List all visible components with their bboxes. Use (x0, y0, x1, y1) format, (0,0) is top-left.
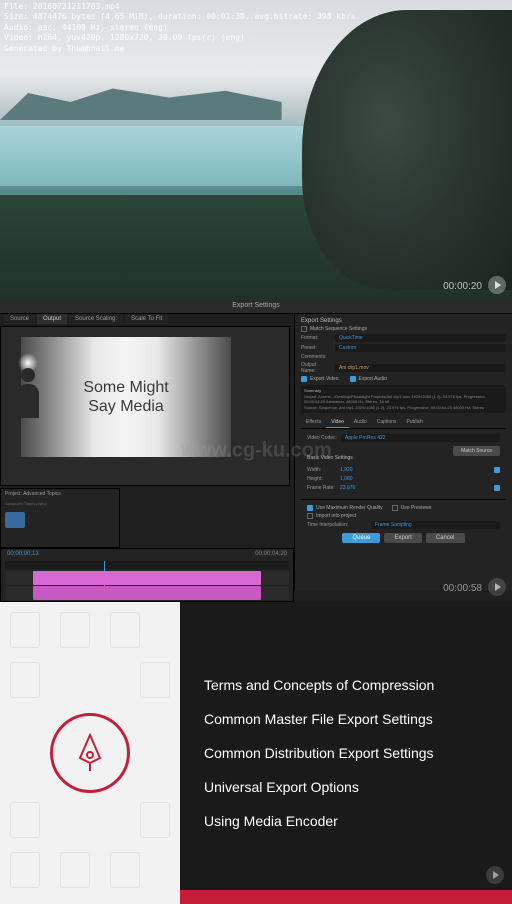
export-heading: Export Settings (301, 318, 506, 324)
timeline-panel: 00;00;00;13 00;00;04;20 (0, 548, 294, 602)
topic-item: Common Distribution Export Settings (204, 745, 488, 761)
scale-label: Source Scaling: (69, 314, 123, 324)
topic-item: Using Media Encoder (204, 813, 488, 829)
export-audio-checkbox[interactable] (350, 376, 356, 382)
timestamp-mid: 00:00:58 (443, 583, 482, 594)
video-clip-2[interactable] (33, 586, 260, 600)
video-clip[interactable] (33, 571, 260, 585)
tab-source[interactable]: Source (4, 314, 35, 324)
export-video-checkbox[interactable] (301, 376, 307, 382)
tab-publish[interactable]: Publish (401, 417, 427, 428)
summary-source: Source: Sequence, Ani clip1 1920x1080 (1… (304, 405, 503, 411)
codec-dropdown[interactable]: Apple ProRes 422 (341, 434, 500, 442)
cancel-button[interactable]: Cancel (426, 533, 465, 543)
title-card-left (0, 602, 180, 904)
previews-label: Use Previews (401, 505, 432, 511)
summary-output: Output: /Users/.../Desktop/Pluralsight P… (304, 394, 503, 405)
timecode-current[interactable]: 00;00;00;13 (7, 551, 39, 557)
play-icon[interactable] (488, 578, 506, 596)
export-audio-label: Export Audio (359, 376, 387, 382)
metadata-overlay: File: 20160721211703.mp4 Size: 4874476 b… (4, 2, 356, 54)
meta-generated: Generated by Thumbnail me (4, 44, 356, 54)
fps-value[interactable]: 23.976 (340, 485, 355, 491)
window-title: Export Settings (232, 302, 279, 309)
preview-text-2: Say Media (83, 397, 168, 416)
preview-panel: Some Might Say Media (0, 326, 290, 486)
project-panel: Project: Advanced Topics Advanced Topics… (0, 488, 120, 548)
play-icon[interactable] (488, 276, 506, 294)
output-name-link[interactable]: Ani clip1.mov (335, 364, 506, 372)
width-value[interactable]: 1,920 (340, 467, 353, 473)
topic-item: Terms and Concepts of Compression (204, 677, 488, 693)
title-card: Terms and Concepts of Compression Common… (0, 602, 512, 904)
export-button[interactable]: Export (384, 533, 421, 543)
scale-dropdown[interactable]: Scale To Fit (125, 314, 168, 324)
summary-box: Summary Output: /Users/.../Desktop/Plura… (301, 385, 506, 413)
height-label: Height: (307, 476, 337, 482)
video-thumbnail-top: File: 20160721211703.mp4 Size: 4874476 b… (0, 0, 512, 300)
export-video-label: Export Video (310, 376, 339, 382)
water-shape (0, 126, 307, 186)
format-label: Format: (301, 335, 331, 341)
project-tab[interactable]: Project: Advanced Topics (1, 489, 119, 499)
fps-label: Frame Rate: (307, 485, 337, 491)
video-track-2[interactable] (5, 586, 289, 600)
match-source-button[interactable]: Match Source (453, 446, 500, 456)
height-value[interactable]: 1,080 (340, 476, 353, 482)
topic-item: Common Master File Export Settings (204, 711, 488, 727)
premiere-ui: Export Settings Source Output Source Sca… (0, 300, 512, 602)
project-name: Advanced Topics.prproj (1, 499, 119, 508)
meta-size: Size: 4874476 bytes (4.65 MiB), duration… (4, 12, 356, 22)
silhouette-icon (13, 368, 43, 428)
match-seq-checkbox[interactable] (301, 326, 307, 332)
settings-tabs: Effects Video Audio Captions Publish (301, 417, 506, 429)
tab-effects[interactable]: Effects (301, 417, 326, 428)
timestamp-top: 00:00:20 (443, 281, 482, 292)
width-lock-checkbox[interactable] (494, 467, 500, 473)
basic-heading: Basic Video Settings (307, 455, 353, 461)
match-seq-label: Match Sequence Settings (310, 326, 367, 332)
preset-dropdown[interactable]: Custom (335, 344, 506, 352)
bin-icon[interactable] (5, 512, 25, 528)
accent-bar (180, 890, 512, 904)
video-preview: Some Might Say Media (21, 337, 231, 457)
tab-captions[interactable]: Captions (372, 417, 402, 428)
interp-dropdown[interactable]: Frame Sampling (371, 521, 500, 529)
pp-titlebar: Export Settings (0, 300, 512, 314)
max-render-checkbox[interactable] (307, 505, 313, 511)
mountain-shape (0, 75, 282, 120)
import-label: Import into project (316, 513, 356, 519)
tab-audio[interactable]: Audio (349, 417, 372, 428)
codec-label: Video Codec: (307, 435, 337, 441)
timecode-end: 00;00;04;20 (255, 551, 287, 557)
timeline-ruler[interactable] (5, 561, 289, 569)
interp-label: Time Interpolation: (307, 522, 367, 528)
video-track-1[interactable] (5, 571, 289, 585)
queue-button[interactable]: Queue (342, 533, 380, 543)
previews-checkbox[interactable] (392, 505, 398, 511)
preview-text-1: Some Might (83, 378, 168, 397)
fps-lock-checkbox[interactable] (494, 485, 500, 491)
preset-label: Preset: (301, 345, 331, 351)
pen-tool-icon (50, 713, 130, 793)
output-label: Output Name: (301, 362, 331, 374)
meta-audio: Audio: aac, 44100 Hz, stereo (eng) (4, 23, 356, 33)
tab-output[interactable]: Output (37, 314, 67, 324)
meta-video: Video: h264, yuv420p, 1280x720, 30.00 fp… (4, 33, 356, 43)
max-render-label: Use Maximum Render Quality (316, 505, 383, 511)
import-checkbox[interactable] (307, 513, 313, 519)
source-tabs: Source Output Source Scaling: Scale To F… (4, 314, 168, 324)
meta-file: File: 20160721211703.mp4 (4, 2, 356, 12)
topic-item: Universal Export Options (204, 779, 488, 795)
format-dropdown[interactable]: QuickTime (335, 334, 506, 342)
tab-video[interactable]: Video (326, 417, 349, 428)
comments-label: Comments: (301, 354, 331, 360)
title-card-right: Terms and Concepts of Compression Common… (180, 602, 512, 904)
width-label: Width: (307, 467, 337, 473)
play-icon[interactable] (486, 866, 504, 884)
export-settings-panel: Export Settings Match Sequence Settings … (294, 314, 512, 590)
